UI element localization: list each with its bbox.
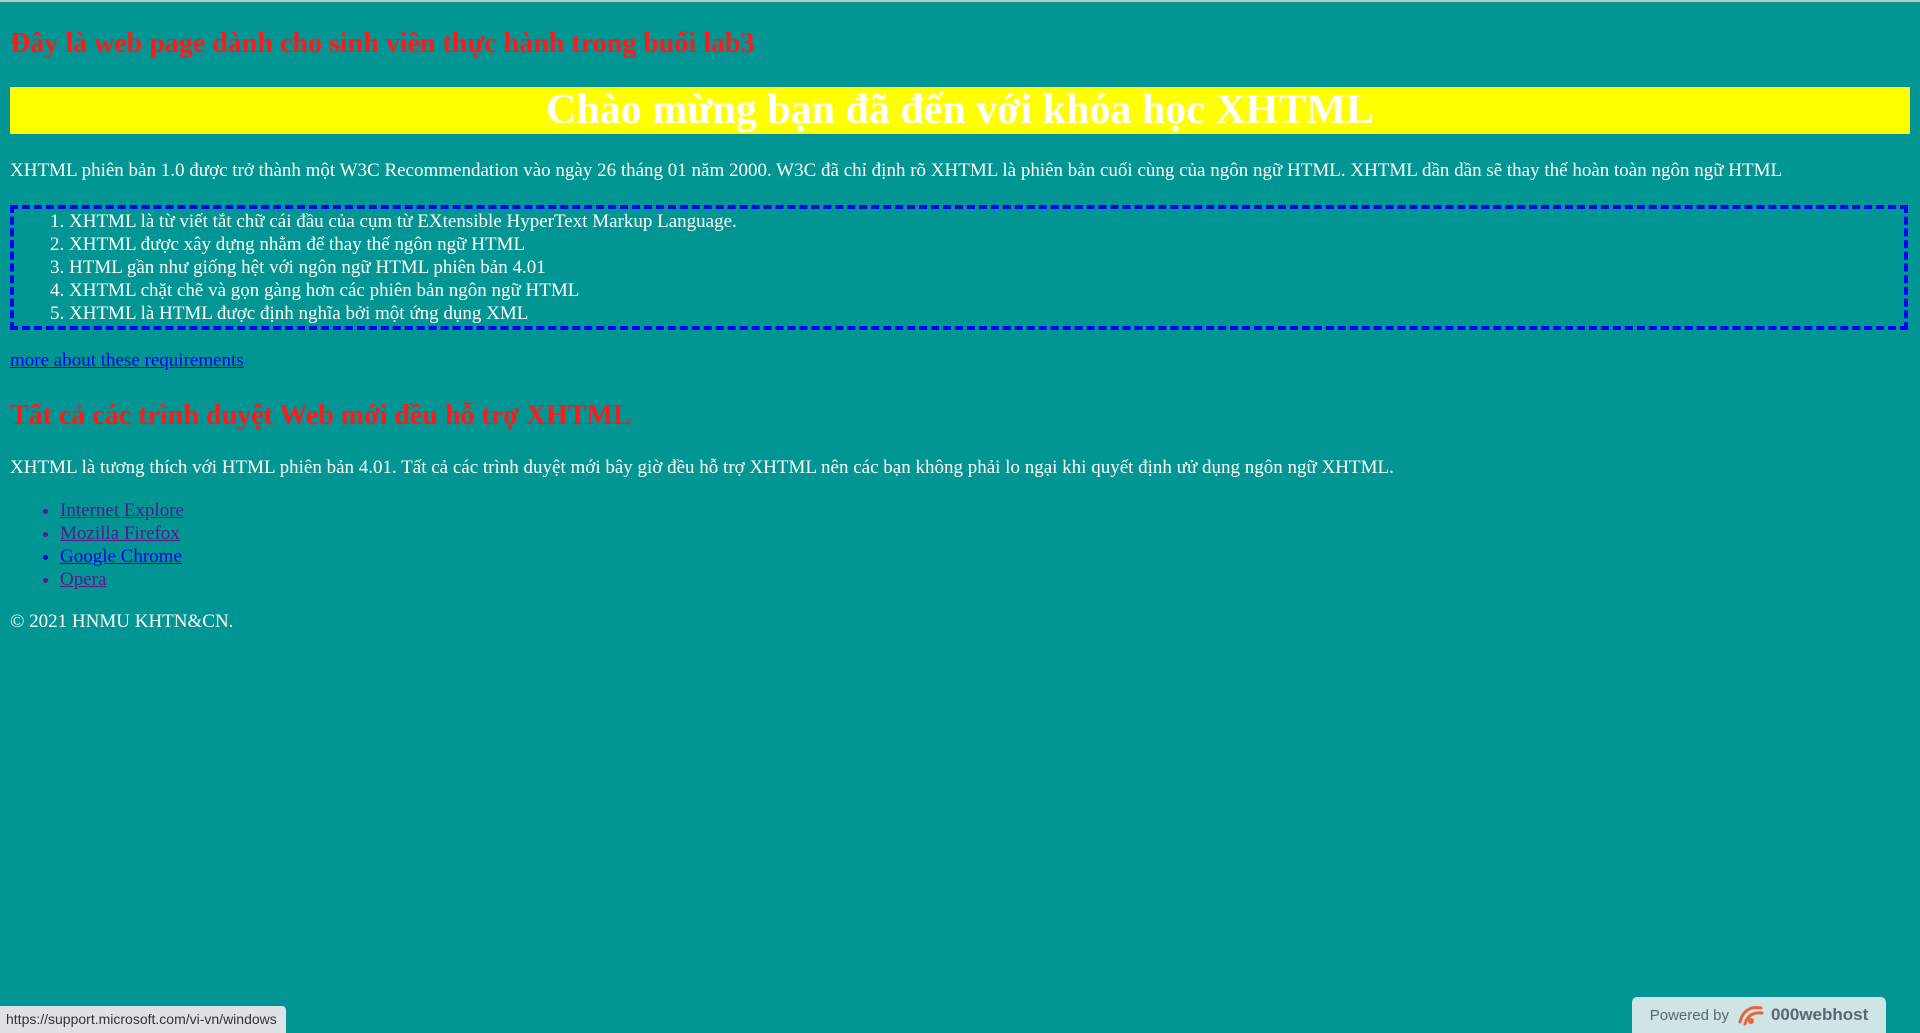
banner-heading: Chào mừng bạn đã đến với khóa học XHTML — [546, 87, 1374, 133]
requirements-list: XHTML là từ viết tắt chữ cái đầu của cụm… — [14, 210, 1904, 325]
requirement-item: XHTML chặt chẽ và gọn gàng hơn các phiên… — [69, 279, 1904, 302]
browser-list-item: Google Chrome — [60, 545, 1910, 568]
browser-list-item: Opera — [60, 568, 1910, 591]
browser-list-item: Mozilla Firefox — [60, 522, 1910, 545]
webhost-brand: 000webhost — [1770, 1005, 1869, 1024]
link-internet-explore[interactable]: Internet Explore — [60, 500, 184, 521]
lab-title: Đây là web page dành cho sinh viên thực … — [10, 28, 755, 59]
browser-support-heading: Tất cả các trình duyệt Web mới đều hỗ tr… — [10, 400, 632, 431]
webhost-logo-icon — [1737, 1004, 1765, 1026]
copyright-footer: © 2021 HNMU KHTN&CN. — [10, 611, 234, 632]
link-google-chrome[interactable]: Google Chrome — [60, 546, 182, 567]
link-mozilla-firefox[interactable]: Mozilla Firefox — [60, 523, 180, 544]
browser-list-item: Internet Explore — [60, 499, 1910, 522]
window-top-border — [0, 0, 1920, 2]
link-opera[interactable]: Opera — [60, 569, 106, 590]
requirement-item: XHTML là từ viết tắt chữ cái đầu của cụm… — [69, 210, 1904, 233]
page-content: Đây là web page dành cho sinh viên thực … — [0, 0, 1920, 633]
welcome-banner: Chào mừng bạn đã đến với khóa học XHTML — [10, 87, 1910, 134]
more-requirements-link[interactable]: more about these requirements — [10, 350, 244, 372]
powered-by-text: Powered by — [1649, 1006, 1729, 1024]
compat-paragraph: XHTML là tương thích với HTML phiên bản … — [10, 457, 1394, 478]
status-bar-url: https://support.microsoft.com/vi-vn/wind… — [0, 1006, 286, 1033]
intro-paragraph: XHTML phiên bản 1.0 được trở thành một W… — [10, 160, 1783, 181]
requirements-box: XHTML là từ viết tắt chữ cái đầu của cụm… — [10, 205, 1908, 330]
powered-by-badge[interactable]: Powered by 000webhost — [1632, 997, 1886, 1033]
requirement-item: XHTML được xây dựng nhằm để thay thế ngô… — [69, 233, 1904, 256]
requirement-item: HTML gần như giống hệt với ngôn ngữ HTML… — [69, 256, 1904, 279]
browser-list: Internet Explore Mozilla Firefox Google … — [10, 499, 1910, 591]
requirement-item: XHTML là HTML được định nghĩa bởi một ứn… — [69, 302, 1904, 325]
